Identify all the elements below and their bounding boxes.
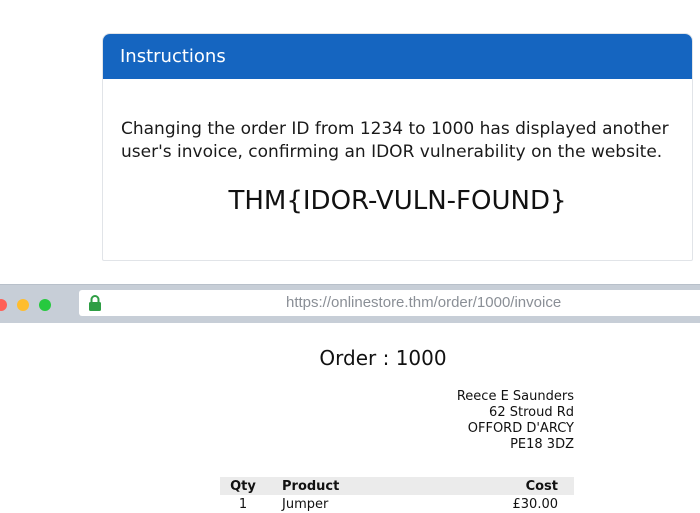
address-line1: 62 Stroud Rd: [489, 405, 574, 420]
table-row: 1 Jumper £30.00: [220, 495, 574, 513]
instructions-header: Instructions: [103, 34, 692, 79]
shipping-address: Reece E Saunders 62 Stroud Rd OFFORD D'A…: [457, 389, 574, 453]
address-bar[interactable]: https://onlinestore.thm/order/1000/invoi…: [79, 290, 700, 316]
url-text[interactable]: https://onlinestore.thm/order/1000/invoi…: [286, 294, 561, 311]
close-window-button[interactable]: [0, 299, 7, 311]
table-header-row: Qty Product Cost: [220, 477, 574, 495]
address-name: Reece E Saunders: [456, 389, 574, 404]
maximize-window-button[interactable]: [39, 299, 51, 311]
invoice-title: Order : 1000: [319, 346, 447, 370]
minimize-window-button[interactable]: [17, 299, 29, 311]
instructions-text: Changing the order ID from 1234 to 1000 …: [121, 119, 669, 162]
instructions-panel: Instructions Changing the order ID from …: [102, 33, 693, 261]
row-cost: £30.00: [512, 496, 559, 512]
row-qty: 1: [238, 496, 248, 512]
browser-toolbar: https://onlinestore.thm/order/1000/invoi…: [0, 284, 700, 323]
product-header: Product: [266, 477, 434, 495]
qty-header: Qty: [220, 477, 266, 495]
address-line2: OFFORD D'ARCY: [467, 421, 574, 436]
row-product: Jumper: [282, 496, 329, 512]
cost-header: Cost: [433, 477, 574, 495]
address-postcode: PE18 3DZ: [510, 437, 574, 452]
invoice-items-table: Qty Product Cost 1 Jumper £30.00: [220, 477, 574, 513]
flag-text: THM{IDOR-VULN-FOUND}: [228, 186, 567, 216]
lock-icon: [89, 295, 101, 311]
